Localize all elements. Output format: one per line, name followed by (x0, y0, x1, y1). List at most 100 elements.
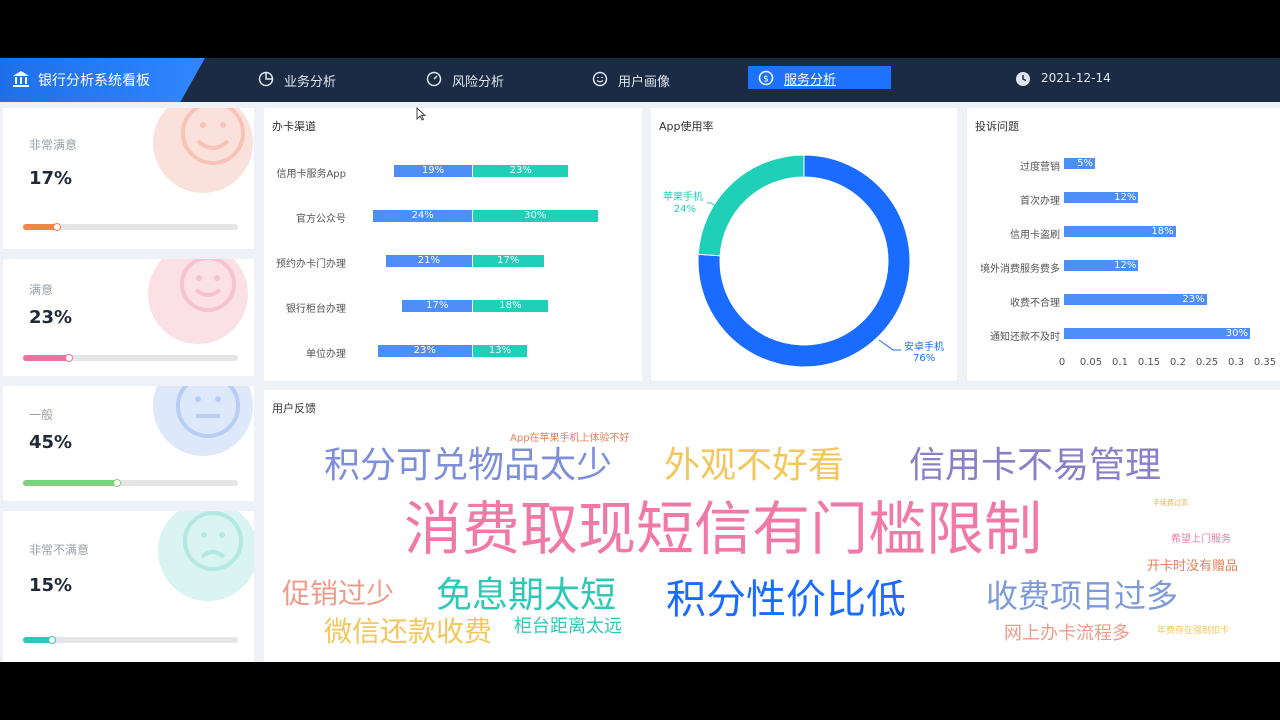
satisfaction-label: 一般 (29, 408, 54, 422)
satisfaction-card-very-unsatisfied: 非常不满意 15% (3, 511, 254, 662)
channel-bar-segment-a: 24% (373, 210, 472, 222)
neutral-face-icon (153, 386, 253, 456)
progress-fill (23, 636, 57, 644)
complaint-bar-row: 通知还款不及时 30% (967, 328, 1280, 343)
complaint-label: 信用卡盗刷 (1010, 230, 1060, 241)
feedback-panel: 用户反馈 App在苹果手机上体验不好积分可兑物品太少 外观不好看 信用卡不易管理消费… (264, 390, 1280, 662)
complaint-label: 通知还款不及时 (990, 332, 1060, 343)
feedback-word[interactable]: 免息期太短 (436, 578, 616, 614)
progress-handle (48, 636, 57, 644)
feedback-word[interactable]: 希望上门服务 (1171, 535, 1231, 545)
x-axis-tick-label: 0 (1058, 357, 1066, 368)
nav-label: 风险分析 (452, 75, 505, 90)
satisfaction-card-neutral: 一般 45% (3, 386, 254, 501)
feedback-word[interactable]: 网上办卡流程多 (1004, 625, 1130, 643)
complaint-bar-row: 信用卡盗刷 18% (967, 226, 1280, 241)
complaint-bar-row: 收费不合理 23% (967, 294, 1280, 309)
satisfaction-label: 非常不满意 (29, 543, 90, 557)
feedback-word[interactable]: 柜台距离太远 (514, 618, 622, 636)
panel-title: 用户反馈 (272, 402, 316, 415)
donut-label-name: 安卓手机 (904, 340, 944, 353)
progress-handle (112, 479, 121, 487)
feedback-word[interactable]: 收费项目过多 (986, 580, 1178, 612)
feedback-word[interactable]: 信用卡不易管理 (909, 448, 1161, 484)
feedback-word[interactable]: 消费取现短信有门槛限制 (404, 500, 1042, 558)
feedback-word[interactable]: 微信还款收费 (324, 618, 492, 646)
date-display: 2021-12-14 (1015, 58, 1135, 102)
satisfaction-card-very-satisfied: 非常满意 17% (3, 108, 254, 249)
feedback-word[interactable]: 积分可兑物品太少 (324, 448, 612, 484)
channel-bar-row: 官方公众号 24% 30% (264, 210, 642, 225)
feedback-word[interactable]: 外观不好看 (664, 448, 844, 484)
complaint-label: 收费不合理 (1010, 298, 1060, 309)
complaint-bar[interactable]: 18% (1064, 226, 1176, 237)
bank-icon (13, 71, 29, 87)
complaint-bar[interactable]: 23% (1064, 294, 1207, 305)
satisfaction-progress (23, 223, 238, 231)
progress-fill (23, 354, 74, 362)
gauge-icon (426, 71, 442, 87)
complaint-bar[interactable]: 30% (1064, 328, 1250, 339)
x-axis-tick-label: 0.2 (1170, 357, 1186, 368)
channel-label: 预约办卡门办理 (276, 259, 346, 270)
svg-text:$: $ (763, 75, 769, 85)
satisfaction-progress (23, 479, 238, 487)
complaints-panel: 投诉问题 过度营销 5% 首次办理 12% 信用卡盗刷 18% 境外消费服务费多 12% 收费不… (967, 108, 1280, 381)
dollar-icon: $ (758, 70, 774, 86)
complaint-bar-row: 首次办理 12% (967, 192, 1280, 207)
feedback-word[interactable]: 年费存在强制扣卡 (1157, 627, 1229, 636)
channel-bar-row: 单位办理 23% 13% (264, 345, 642, 360)
nav-label: 用户画像 (618, 75, 671, 90)
panel-title: 办卡渠道 (272, 120, 316, 133)
channel-bar-segment-a: 21% (385, 255, 472, 267)
pie-chart-icon (258, 71, 274, 87)
panel-title: 投诉问题 (975, 120, 1019, 133)
current-date: 2021-12-14 (1041, 71, 1111, 85)
x-axis-tick-label: 0.25 (1195, 357, 1219, 368)
nav-risk-analysis[interactable]: 风险分析 (426, 58, 536, 102)
channel-bar-row: 信用卡服务App 19% 23% (264, 165, 642, 180)
feedback-word[interactable]: 积分性价比低 (666, 580, 906, 620)
feedback-word[interactable]: 手续费过高 (1153, 500, 1188, 507)
smile-icon (592, 71, 608, 87)
donut-label-value: 24% (674, 204, 696, 215)
channel-label: 信用卡服务App (276, 169, 346, 180)
complaint-bar-row: 过度营销 5% (967, 158, 1280, 173)
feedback-word[interactable]: App在苹果手机上体验不好 (510, 434, 630, 444)
smile-face-icon (148, 259, 248, 344)
mouse-cursor-icon (416, 107, 426, 121)
donut-label-value: 76% (913, 353, 935, 364)
complaint-bar[interactable]: 12% (1064, 192, 1139, 203)
feedback-word[interactable]: 开卡时没有赠品 (1147, 560, 1238, 573)
satisfaction-card-satisfied: 满意 23% (3, 259, 254, 376)
satisfaction-label: 非常满意 (29, 138, 78, 152)
channel-bar-segment-b: 13% (473, 345, 527, 357)
nav-label: 业务分析 (284, 75, 337, 90)
x-axis-tick-label: 0.1 (1112, 357, 1128, 368)
nav-service-analysis[interactable]: $ 服务分析 (748, 66, 891, 89)
sad-face-icon (158, 511, 254, 601)
app-brand[interactable]: 银行分析系统看板 (0, 58, 205, 102)
x-axis-tick-label: 0.15 (1137, 357, 1161, 368)
channel-bar-row: 预约办卡门办理 21% 17% (264, 255, 642, 270)
feedback-word[interactable]: 促销过少 (282, 580, 394, 608)
channel-label: 单位办理 (306, 349, 346, 360)
progress-handle (65, 354, 74, 362)
nav-user-profile[interactable]: 用户画像 (592, 58, 702, 102)
app-usage-donut-chart: 苹果手机24% 安卓手机76% (663, 154, 944, 368)
progress-handle (52, 223, 61, 231)
channel-bar-segment-a: 23% (377, 345, 472, 357)
satisfaction-value: 15% (29, 575, 73, 596)
nav-business-analysis[interactable]: 业务分析 (258, 58, 368, 102)
complaint-bar[interactable]: 5% (1064, 158, 1095, 169)
dashboard: 银行分析系统看板 业务分析 风险分析 用户画像 $ 服务分析 2021-12-1… (0, 58, 1280, 662)
complaint-bar[interactable]: 12% (1064, 260, 1139, 271)
app-usage-panel: App使用率 苹果手机 24% 安卓手机 76% (651, 108, 957, 381)
satisfaction-value: 23% (29, 307, 73, 328)
x-axis-tick-label: 0.35 (1253, 357, 1277, 368)
channel-bar-segment-a: 19% (394, 165, 472, 177)
progress-fill (23, 223, 61, 231)
channel-bar-segment-a: 17% (402, 300, 472, 312)
channel-bar-segment-b: 18% (473, 300, 548, 312)
satisfaction-progress (23, 354, 238, 362)
